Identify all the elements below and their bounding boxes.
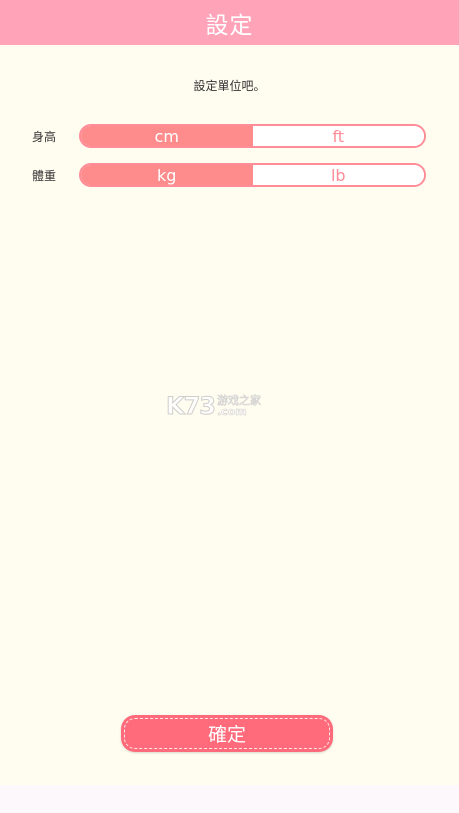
app-header: 設定 (0, 0, 459, 45)
confirm-button-label: 確定 (207, 724, 246, 746)
bottom-bar (0, 785, 459, 813)
watermark-logo: K73 游戏之家 .com (166, 391, 296, 421)
instruction-text: 設定單位吧。 (193, 79, 266, 93)
height-label: 身高 (32, 130, 57, 144)
watermark-domain: .com (217, 405, 247, 418)
watermark-logo-text: K73 (166, 392, 217, 421)
weight-label: 體重 (32, 169, 57, 183)
weight-unit-row: 體重 kg lb (0, 163, 459, 187)
height-unit-option-ft[interactable]: ft (252, 126, 424, 146)
page-title: 設定 (205, 12, 254, 39)
confirm-button[interactable]: 確定 (121, 715, 333, 752)
height-unit-row: 身高 cm ft (0, 124, 459, 148)
weight-unit-toggle: kg lb (79, 163, 426, 187)
watermark-site: 游戏之家 .com (217, 395, 262, 418)
weight-unit-option-lb[interactable]: lb (252, 165, 424, 185)
height-unit-toggle: cm ft (79, 124, 426, 148)
height-unit-option-cm[interactable]: cm (81, 126, 253, 146)
weight-unit-option-kg[interactable]: kg (81, 165, 253, 185)
